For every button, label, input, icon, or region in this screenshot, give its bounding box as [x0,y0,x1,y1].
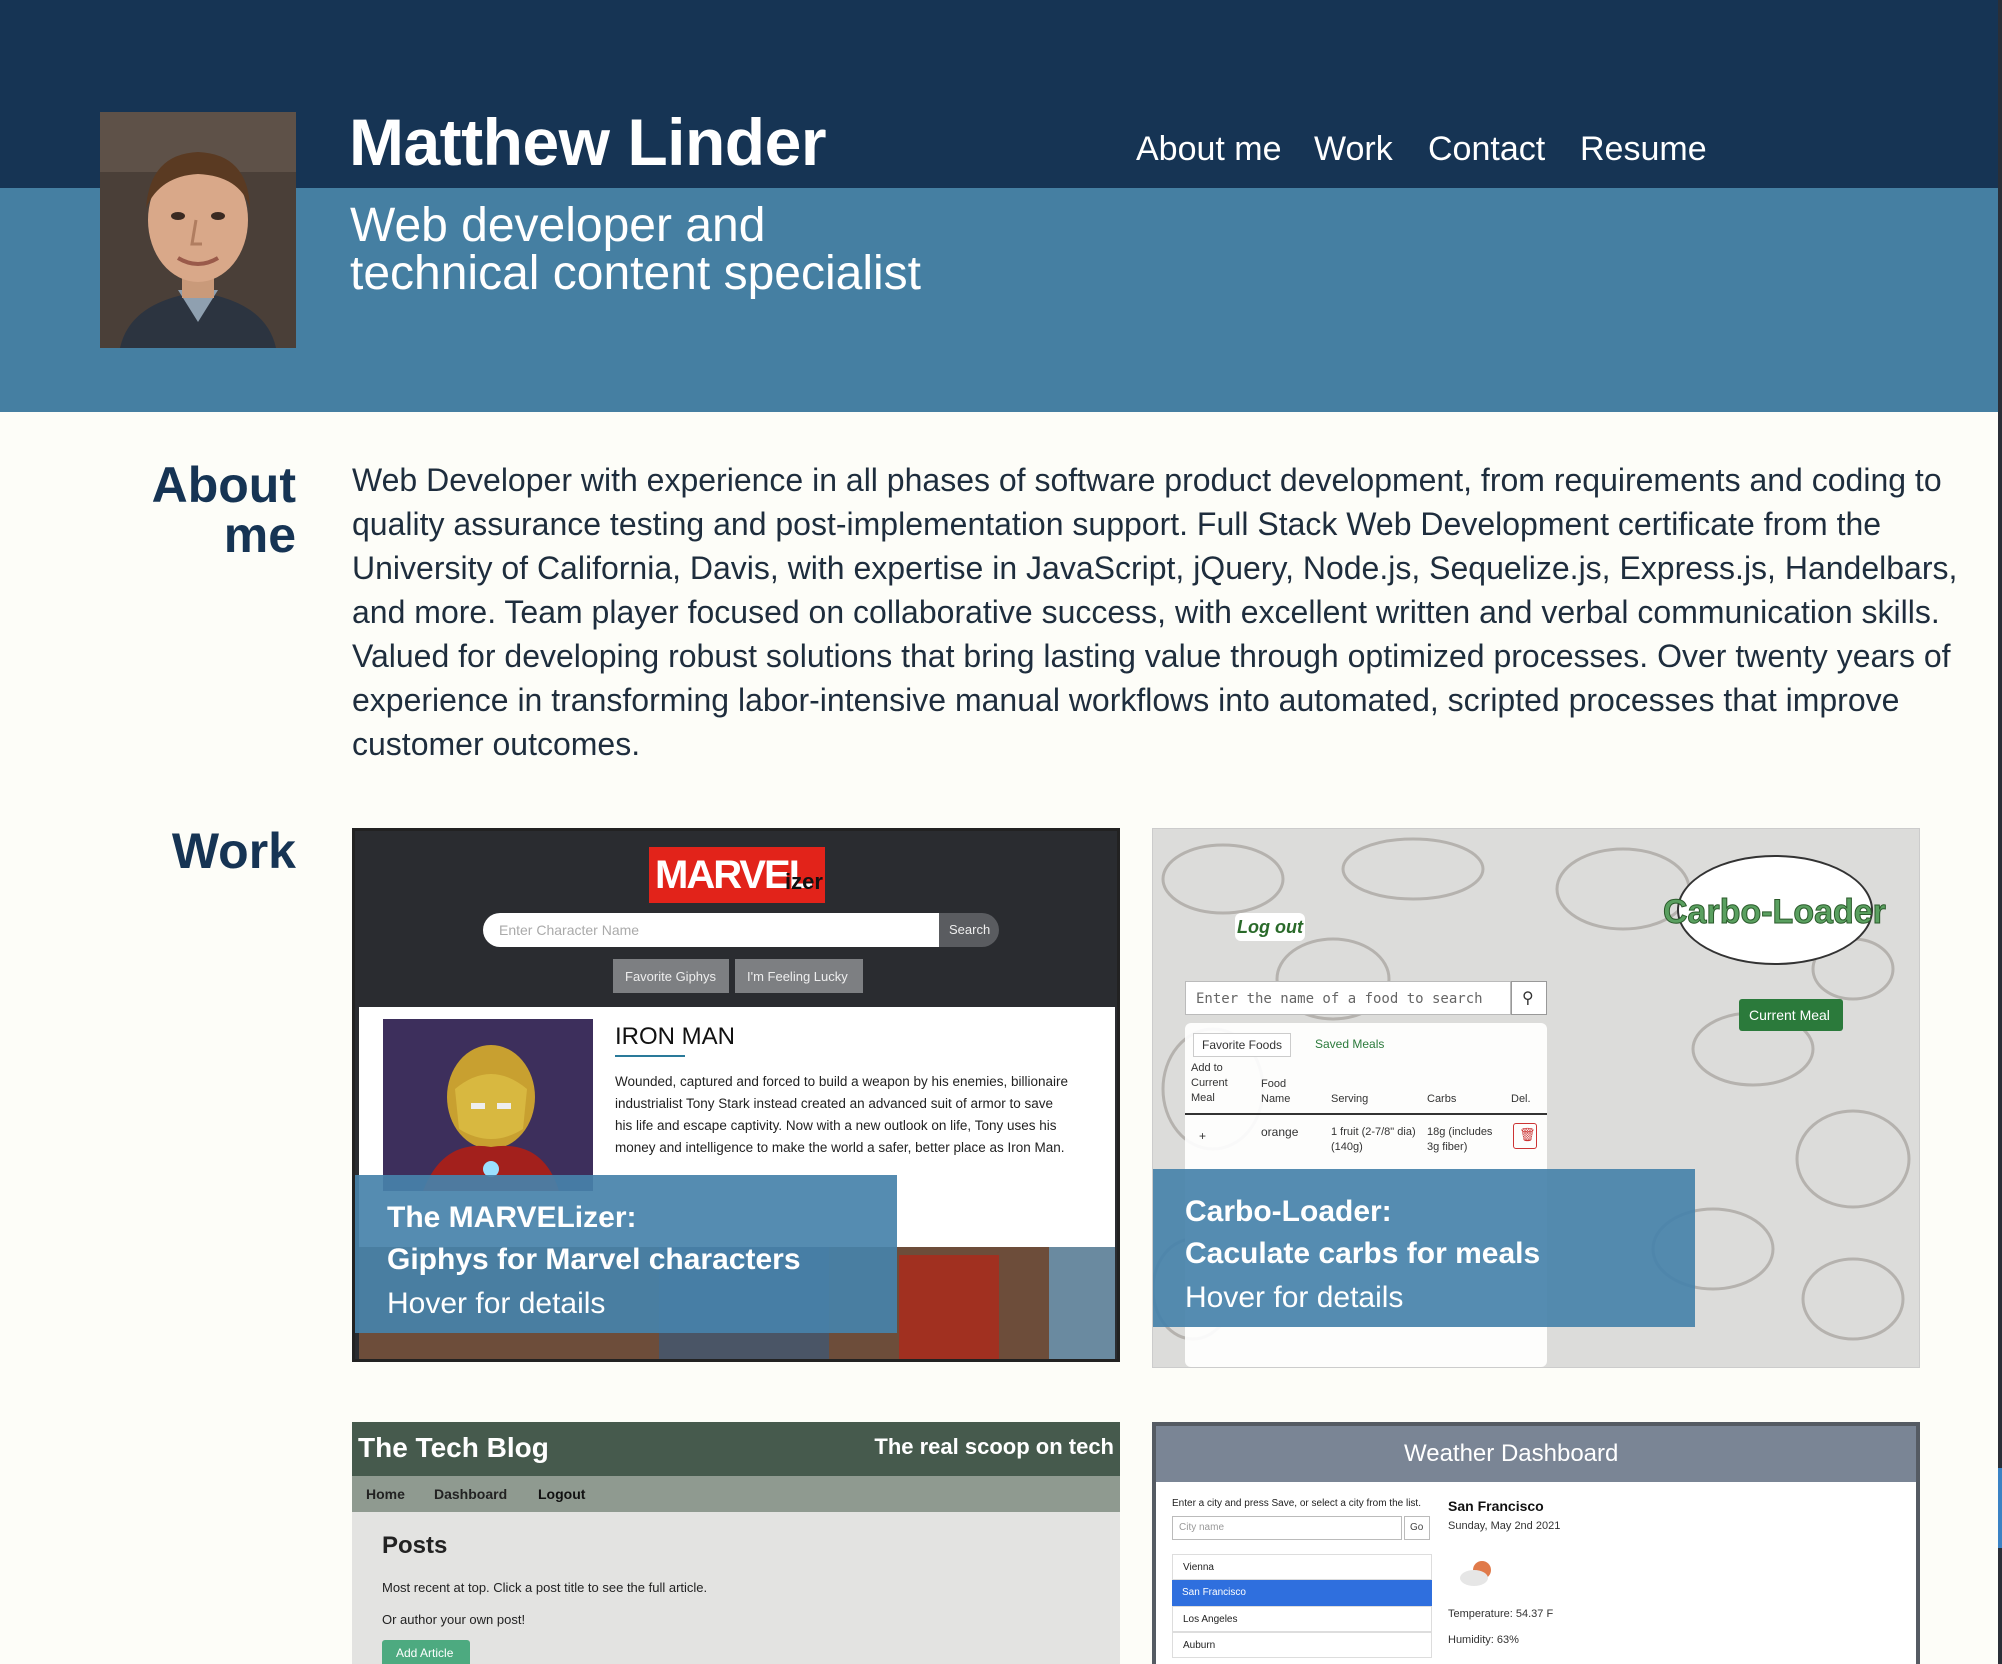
weather-city-item: Vienna [1172,1554,1432,1580]
weather-city-item: Auburn [1172,1632,1432,1658]
carbo-row-serving: 1 fruit (2-7/8" dia) (140g) [1331,1126,1416,1153]
blog-title: The Tech Blog [358,1432,549,1463]
marvel-logo: MARVEL izer [649,847,825,903]
carbo-row-food: orange [1261,1125,1299,1139]
weather-city-label: Vienna [1183,1562,1214,1573]
carbo-search-input: Enter the name of a food to search [1185,981,1511,1015]
weather-city-input: City name [1172,1516,1402,1540]
nav-about-me[interactable]: About me [1136,130,1282,169]
blog-nav: Home Dashboard Logout [352,1476,1120,1512]
carbo-col-serving: Serving [1331,1093,1369,1105]
project-title-line-1: Carbo-Loader: [1185,1195,1392,1228]
about-heading-line-1: About [151,457,296,513]
about-heading: About me [152,460,296,560]
partly-cloudy-icon [1456,1556,1500,1590]
blog-tagline: The real scoop on tech [874,1434,1114,1459]
nav-contact[interactable]: Contact [1428,130,1545,169]
weather-city-item-selected: San Francisco [1172,1580,1432,1606]
weather-go-button: Go [1404,1516,1430,1540]
about-text: Web Developer with experience in all pha… [352,462,1958,762]
marvel-search-input: Enter Character Name [483,913,939,947]
marvel-favorite-button-label: Favorite Giphys [625,969,717,984]
blog-nav-home: Home [366,1486,405,1502]
site-title: Matthew Linder [349,105,827,179]
project-card-carbo-loader[interactable]: Carbo-Loader Log out Current Meal Enter … [1152,828,1920,1368]
blog-nav-logout: Logout [538,1486,586,1502]
carbo-logo-text: Carbo-Loader [1663,893,1887,932]
carbo-search-icon: ⚲ [1511,981,1547,1015]
marvel-hero-underline [615,1055,685,1057]
project-caption-carbo-loader: Carbo-Loader: Caculate carbs for meals H… [1153,1169,1695,1327]
weather-city-item: Los Angeles [1172,1606,1432,1632]
marvel-logo-suffix: izer [785,869,823,894]
project-card-weather[interactable]: Weather Dashboard Enter a city and press… [1152,1422,1920,1664]
project-hover-hint: Hover for details [387,1287,606,1320]
carbo-current-meal-button: Current Meal [1739,999,1843,1031]
site-tagline: Web developer and technical content spec… [350,202,921,298]
weather-header: Weather Dashboard [1156,1426,1916,1482]
carbo-col-food: Food Name [1261,1078,1291,1105]
carbo-row-add: + [1199,1129,1207,1143]
blog-add-article-label: Add Article [396,1646,454,1660]
avatar [100,112,296,348]
project-card-tech-blog[interactable]: The Tech Blog The real scoop on tech Hom… [352,1422,1120,1664]
weather-date: Sunday, May 2nd 2021 [1448,1520,1561,1532]
carbo-tab-saved: Saved Meals [1315,1037,1385,1051]
weather-city-name: San Francisco [1448,1498,1544,1514]
carbo-logout-button: Log out [1235,913,1305,941]
marvel-favorite-button: Favorite Giphys [613,959,729,993]
weather-instructions: Enter a city and press Save, or select a… [1172,1498,1421,1509]
project-card-marvelizer[interactable]: MARVEL izer Enter Character Name Search … [352,828,1120,1362]
weather-temperature: Temperature: 54.37 F [1448,1608,1554,1620]
about-heading-line-2: me [223,507,296,563]
carbo-col-carbs: Carbs [1427,1093,1457,1105]
marvel-search-placeholder: Enter Character Name [499,922,640,938]
giphy-thumb-2 [899,1255,999,1359]
carbo-col-add: Add to Current Meal [1191,1062,1228,1104]
giphy-thumb-3 [1049,1247,1115,1359]
marvel-search-button-label: Search [949,922,991,937]
weather-city-placeholder: City name [1179,1522,1225,1533]
carbo-logout-label: Log out [1237,917,1303,937]
marvel-search-button: Search [939,913,999,947]
weather-city-label: Los Angeles [1183,1614,1238,1625]
nav-resume[interactable]: Resume [1580,130,1707,169]
blog-intro-line-1: Most recent at top. Click a post title t… [382,1580,708,1595]
carbo-col-del: Del. [1511,1093,1531,1105]
carbo-table-rule [1185,1113,1547,1115]
tagline-line-2: technical content specialist [350,247,921,300]
project-title-line-1: The MARVELizer: [387,1201,637,1234]
work-heading: Work [171,823,296,879]
weather-title: Weather Dashboard [1404,1440,1619,1467]
window-edge-accent [1998,1468,2002,1548]
blog-posts-heading: Posts [382,1532,448,1559]
carbo-search-placeholder: Enter the name of a food to search [1196,991,1483,1007]
weather-city-label: San Francisco [1182,1587,1246,1598]
blog-nav-dashboard: Dashboard [434,1486,508,1502]
weather-city-label: Auburn [1183,1640,1216,1651]
project-caption-marvelizer: The MARVELizer: Giphys for Marvel charac… [355,1175,897,1333]
marvel-lucky-button: I'm Feeling Lucky [735,959,863,993]
blog-intro-line-2: Or author your own post! [382,1612,526,1627]
marvel-hero-description: Wounded, captured and forced to build a … [615,1074,1069,1155]
nav-work[interactable]: Work [1314,130,1393,169]
carbo-tab-favorites: Favorite Foods [1193,1033,1292,1057]
blog-add-article-button: Add Article [382,1640,470,1664]
window-edge [1998,0,2002,1664]
weather-go-label: Go [1410,1522,1424,1533]
tagline-line-1: Web developer and [350,199,766,252]
weather-humidity: Humidity: 63% [1448,1634,1519,1646]
header-subbar [0,188,1998,412]
marvel-lucky-button-label: I'm Feeling Lucky [747,969,848,984]
blog-header: The Tech Blog The real scoop on tech [352,1422,1120,1476]
ironman-image [383,1019,593,1191]
project-hover-hint: Hover for details [1185,1281,1404,1314]
carbo-logo: Carbo-Loader [1663,855,1886,965]
project-title-line-2: Giphys for Marvel characters [387,1243,801,1276]
project-title-line-2: Caculate carbs for meals [1185,1237,1541,1270]
marvel-hero-name: IRON MAN [615,1023,735,1050]
carbo-row-carbs: 18g (includes 3g fiber) [1427,1126,1493,1153]
carbo-current-meal-label: Current Meal [1749,1007,1830,1023]
trash-icon: 🗑 [1513,1123,1537,1149]
